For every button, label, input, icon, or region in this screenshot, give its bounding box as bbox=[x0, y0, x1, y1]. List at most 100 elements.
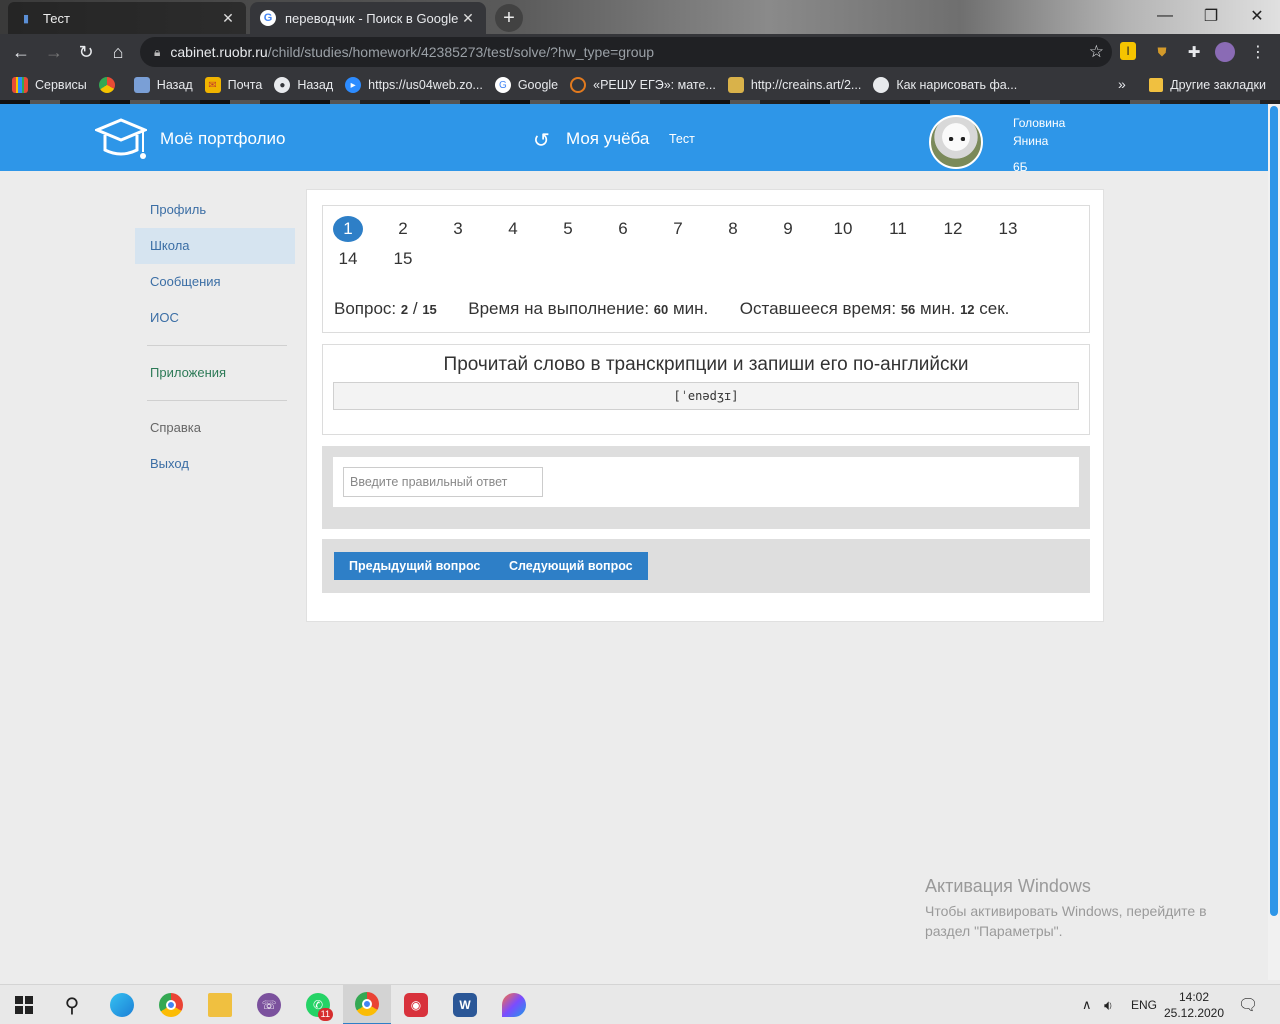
system-clock[interactable]: 14:02 25.12.2020 bbox=[1160, 989, 1228, 1021]
sidebar-item-school[interactable]: Школа bbox=[135, 228, 295, 264]
bookmark-label: Как нарисовать фа... bbox=[896, 78, 1018, 92]
home-icon[interactable]: ⌂ bbox=[106, 40, 130, 64]
test-card: 1 2 3 4 5 6 7 8 9 10 11 12 13 14 15 Вопрос: 2 / 15 Вре… bbox=[306, 189, 1104, 622]
sidebar-item-profile[interactable]: Профиль bbox=[135, 192, 295, 228]
sidebar-item-ios[interactable]: ИОС bbox=[135, 300, 295, 336]
question-number-2[interactable]: 2 bbox=[388, 216, 418, 242]
question-number-13[interactable]: 13 bbox=[993, 216, 1023, 242]
remaining-minutes: 56 bbox=[900, 302, 916, 317]
bookmark-label: Назад bbox=[156, 78, 193, 92]
site-header: Моё портфолио ↺ Моя учёба Тест Головина … bbox=[0, 104, 1268, 174]
windows-start-icon[interactable] bbox=[0, 985, 48, 1024]
edge-icon[interactable] bbox=[98, 985, 146, 1024]
address-bar[interactable]: 🔒︎ cabinet.ruobr.ru/child/studies/homewo… bbox=[140, 37, 1112, 67]
next-question-button[interactable]: Следующий вопрос bbox=[494, 552, 648, 580]
word-icon[interactable]: W bbox=[441, 985, 489, 1024]
question-number-10[interactable]: 10 bbox=[828, 216, 858, 242]
chrome-icon[interactable] bbox=[147, 985, 195, 1024]
question-number-8[interactable]: 8 bbox=[718, 216, 748, 242]
window-close-icon[interactable]: ✕ bbox=[1234, 0, 1280, 32]
bookmark-item[interactable]: Как нарисовать фа... bbox=[873, 77, 1017, 93]
forward-icon[interactable]: → bbox=[42, 40, 66, 64]
chrome-active-icon[interactable] bbox=[343, 985, 391, 1024]
section-title[interactable]: Моя учёба bbox=[566, 129, 649, 149]
search-icon[interactable]: ⚲ bbox=[48, 985, 96, 1024]
puzzle-extensions-icon[interactable]: ✚ bbox=[1184, 42, 1204, 62]
bookmark-item[interactable]: ● Назад bbox=[274, 77, 333, 93]
tray-overflow-icon[interactable]: ∧ bbox=[1082, 985, 1092, 1024]
viber-icon[interactable]: ☏ bbox=[245, 985, 293, 1024]
restore-icon[interactable]: ❐ bbox=[1188, 0, 1234, 32]
whatsapp-icon[interactable]: ✆ 11 bbox=[294, 985, 342, 1024]
question-number-4[interactable]: 4 bbox=[498, 216, 528, 242]
question-number-9[interactable]: 9 bbox=[773, 216, 803, 242]
extension-icon[interactable]: I bbox=[1120, 42, 1136, 60]
bookmark-star-icon[interactable]: ☆ bbox=[1089, 42, 1104, 62]
watermark-title: Активация Windows bbox=[925, 876, 1091, 896]
bookmark-item[interactable]: «РЕШУ ЕГЭ»: мате... bbox=[570, 77, 716, 93]
tab-google-search[interactable]: G переводчик - Поиск в Google ✕ bbox=[250, 2, 486, 34]
shield-extension-icon[interactable]: ⛊ bbox=[1152, 42, 1172, 62]
question-number-12[interactable]: 12 bbox=[938, 216, 968, 242]
question-number-7[interactable]: 7 bbox=[663, 216, 693, 242]
close-icon[interactable]: ✕ bbox=[220, 10, 236, 27]
bookmark-item[interactable]: G Google bbox=[494, 77, 558, 93]
sidebar-item-messages[interactable]: Сообщения bbox=[135, 264, 295, 300]
bookmark-item[interactable]: ▸ https://us04web.zo... bbox=[345, 77, 483, 93]
answer-input[interactable] bbox=[343, 467, 543, 497]
question-number-3[interactable]: 3 bbox=[443, 216, 473, 242]
navigation-buttons: Предыдущий вопрос Следующий вопрос bbox=[322, 539, 1090, 593]
notifications-icon[interactable]: 🗨︎ bbox=[1238, 985, 1258, 1024]
user-class: 6Б bbox=[1013, 160, 1028, 174]
back-icon[interactable]: ← bbox=[9, 40, 33, 64]
profile-avatar-icon[interactable] bbox=[1215, 42, 1235, 62]
question-total: 15 bbox=[422, 302, 437, 317]
question-number-1[interactable]: 1 bbox=[333, 216, 363, 242]
sidebar-item-logout[interactable]: Выход bbox=[135, 446, 295, 482]
answer-panel bbox=[333, 457, 1079, 507]
sidebar-item-help[interactable]: Справка bbox=[135, 410, 295, 446]
close-icon[interactable]: ✕ bbox=[460, 10, 476, 27]
activation-watermark: Активация Windows Чтобы активировать Win… bbox=[925, 876, 1245, 941]
other-bookmarks[interactable]: Другие закладки bbox=[1149, 70, 1266, 100]
min-label: мин. bbox=[672, 299, 709, 318]
language-indicator[interactable]: ENG bbox=[1131, 985, 1157, 1024]
bookmark-item[interactable]: http://creains.art/2... bbox=[727, 77, 862, 93]
windows-logo-icon bbox=[15, 996, 33, 1014]
question-number-11[interactable]: 11 bbox=[883, 216, 913, 242]
bookmarks-overflow-icon[interactable]: » bbox=[1118, 76, 1126, 92]
avatar[interactable] bbox=[929, 115, 983, 169]
previous-question-button[interactable]: Предыдущий вопрос bbox=[334, 552, 496, 580]
new-tab-button[interactable]: + bbox=[495, 4, 523, 32]
minimize-icon[interactable]: — bbox=[1142, 0, 1188, 32]
volume-icon[interactable]: 🔉︎ bbox=[1104, 985, 1113, 1024]
question-number-6[interactable]: 6 bbox=[608, 216, 638, 242]
menu-kebab-icon[interactable]: ⋮ bbox=[1248, 42, 1268, 62]
bookmark-item[interactable] bbox=[98, 77, 122, 93]
question-number-5[interactable]: 5 bbox=[553, 216, 583, 242]
paint-app-icon[interactable] bbox=[490, 985, 538, 1024]
question-number-14[interactable]: 14 bbox=[333, 246, 363, 272]
notification-badge: 11 bbox=[317, 1008, 333, 1021]
question-number-15[interactable]: 15 bbox=[388, 246, 418, 272]
sidebar-item-apps[interactable]: Приложения bbox=[135, 355, 295, 391]
folder-icon bbox=[1149, 78, 1164, 92]
user-name[interactable]: Головина Янина bbox=[1013, 114, 1065, 150]
test-status-line: Вопрос: 2 / 15 Время на выполнение: 60 м… bbox=[334, 299, 1009, 319]
file-explorer-icon[interactable] bbox=[196, 985, 244, 1024]
question-navigator: 1 2 3 4 5 6 7 8 9 10 11 12 13 14 15 Вопрос: 2 / 15 Вре… bbox=[322, 205, 1090, 333]
sec-label: сек. bbox=[979, 299, 1010, 318]
tab-test[interactable]: ▮ Тест ✕ bbox=[8, 2, 246, 34]
bookmark-item[interactable]: Назад bbox=[133, 77, 193, 93]
bookmark-item[interactable]: ✉ Почта bbox=[204, 77, 262, 93]
bookmark-label: http://creains.art/2... bbox=[750, 78, 862, 92]
reload-icon[interactable]: ↻ bbox=[74, 40, 98, 64]
graduation-cap-icon[interactable] bbox=[95, 116, 147, 162]
bookmark-services[interactable]: Сервисы bbox=[12, 77, 87, 93]
taskbar: ⚲ ☏ ✆ 11 ◉ W ∧ 🔉︎ ENG 14:02 25.12.2020 🗨︎ bbox=[0, 984, 1280, 1024]
site-title[interactable]: Моё портфолио bbox=[160, 129, 285, 149]
page-scrollbar[interactable] bbox=[1268, 104, 1280, 980]
scrollbar-thumb[interactable] bbox=[1270, 106, 1278, 916]
refresh-icon[interactable]: ↺ bbox=[533, 128, 550, 153]
screen-recorder-icon[interactable]: ◉ bbox=[392, 985, 440, 1024]
